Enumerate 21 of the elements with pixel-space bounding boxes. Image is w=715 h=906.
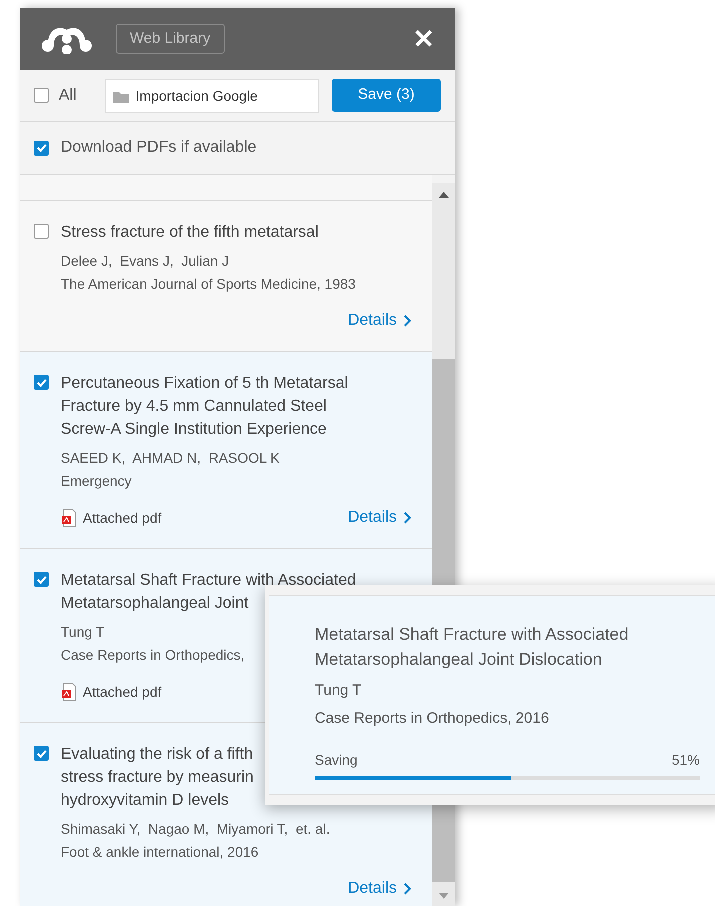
download-pdfs-label: Download PDFs if available [61,138,257,158]
article-source: Case Reports in Orthopedics, [61,647,245,664]
article-authors: Delee J, Evans J, Julian J [61,253,230,270]
attachment-label: Attached pdf [83,508,162,528]
article-source: Emergency [61,473,132,490]
article-source: Case Reports in Orthopedics, 2016 [315,708,550,728]
article-title: Percutaneous Fixation of 5 th Metatarsal Fracture by 4.5 mm Cannulated Steel Screw-A Single Institution Experience [61,374,348,440]
article-source: The American Journal of Sports Medicine, 1983 [61,276,356,293]
article-source: Foot & ankle international, 2016 [61,844,259,861]
article-title: Evaluating the risk of a fifth stress fracture by measurin hydroxyvitamin D levels [61,745,254,811]
article-authors: SAEED K, AHMAD N, RASOOL K [61,450,280,467]
article-authors: Shimasaki Y, Nagao M, Miyamori T, et. al. [61,821,330,838]
article-authors: Tung T [315,681,363,701]
article-authors: Tung T [61,624,105,641]
article-title: Metatarsal Shaft Fracture with Associated Metatarsophalangeal Joint [61,571,356,614]
select-all-label: All [59,86,77,106]
saving-status: Saving [315,751,358,770]
progress-percent: 51% [672,751,700,770]
article-title: Metatarsal Shaft Fracture with Associated Metatarsophalangeal Joint Dislocation [315,624,630,671]
article-title: Stress fracture of the fifth metatarsal [61,223,319,243]
attachment-label: Attached pdf [83,682,162,702]
